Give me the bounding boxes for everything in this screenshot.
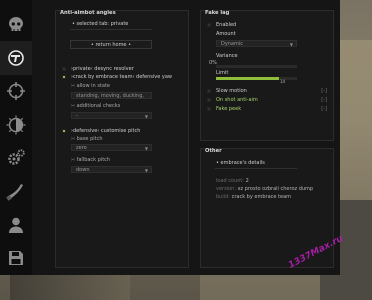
player-icon xyxy=(9,217,23,233)
divider xyxy=(70,29,152,30)
slider-fill xyxy=(216,77,280,80)
divider xyxy=(215,168,297,169)
skull-icon xyxy=(9,16,23,31)
sidebar-item-config[interactable] xyxy=(0,242,32,275)
version-row: version: xz prosto ozbrali cheroz dump xyxy=(216,186,314,192)
allow-in-state-label: ›‹ allow in state xyxy=(71,83,110,89)
sidebar-item-skins[interactable] xyxy=(0,175,32,208)
checkbox-box[interactable] xyxy=(62,75,66,79)
keybind[interactable]: [-] xyxy=(321,97,327,103)
private-desync-checkbox[interactable]: ›private‹ desync resolver xyxy=(62,66,134,72)
crosshair-icon xyxy=(7,82,25,101)
knife-icon xyxy=(6,183,23,201)
group-fake-lag: Fake lag Enabled Amount Dynamic ▼ Varian… xyxy=(200,10,334,141)
sidebar-item-players[interactable] xyxy=(0,208,32,241)
sidebar-item-rage[interactable] xyxy=(0,8,32,41)
keybind[interactable]: [-] xyxy=(321,88,327,94)
save-icon xyxy=(9,251,23,266)
group-title: Fake lag xyxy=(205,10,230,16)
on-shot-antiaim-checkbox[interactable]: On shot anti-aim [-] xyxy=(207,97,333,103)
build-row: build: crack by embrace team xyxy=(216,194,292,200)
crack-defensive-checkbox[interactable]: ›crack by embrace team‹ defensive yaw xyxy=(62,74,172,80)
checkbox-box[interactable] xyxy=(207,98,211,102)
amount-label: Amount xyxy=(216,31,236,37)
group-title: Other xyxy=(205,148,222,154)
slow-motion-checkbox[interactable]: Slow motion [-] xyxy=(207,88,333,94)
variance-slider[interactable] xyxy=(216,65,297,68)
defensive-customise-checkbox[interactable]: ›defensive‹ customise pitch xyxy=(62,128,140,134)
group-anti-aimbot: Anti-aimbot angles • selected tab: priva… xyxy=(55,10,189,268)
sidebar xyxy=(0,0,32,275)
fallback-pitch-label: ›‹ fallback pitch xyxy=(71,157,111,163)
allow-in-state-dropdown[interactable]: standing, moving, ducking, xyxy=(71,92,152,99)
enabled-checkbox[interactable]: Enabled xyxy=(207,22,236,28)
return-home-button[interactable]: • return home • xyxy=(70,40,152,49)
base-pitch-label: ›‹ base pitch xyxy=(71,136,103,142)
chevron-down-icon: ▼ xyxy=(144,114,148,119)
checkbox-box[interactable] xyxy=(62,129,66,133)
main-panel: Anti-aimbot angles • selected tab: priva… xyxy=(32,0,340,275)
amount-dropdown[interactable]: Dynamic ▼ xyxy=(216,40,297,47)
selected-tab-label: • selected tab: private xyxy=(72,21,129,27)
base-pitch-dropdown[interactable]: zero ▼ xyxy=(71,144,152,151)
sidebar-item-misc[interactable] xyxy=(0,142,32,175)
sidebar-item-antiaim[interactable] xyxy=(0,41,32,75)
sidebar-item-visuals[interactable] xyxy=(0,108,32,141)
additional-checks-label: ›‹ additional checks xyxy=(71,103,121,109)
chevron-down-icon: ▼ xyxy=(144,168,148,173)
checkbox-box[interactable] xyxy=(207,89,211,93)
load-count-row: load count: 2 xyxy=(216,178,249,184)
sidebar-item-legit[interactable] xyxy=(0,75,32,108)
keybind[interactable]: [-] xyxy=(321,106,327,112)
chevron-down-icon: ▼ xyxy=(144,146,148,151)
checkbox-box[interactable] xyxy=(62,67,66,71)
group-title: Anti-aimbot angles xyxy=(60,10,116,16)
variance-label: Variance xyxy=(216,53,238,59)
checkbox-box[interactable] xyxy=(207,107,211,111)
chevron-down-icon: ▼ xyxy=(289,42,293,47)
limit-label: Limit xyxy=(216,70,229,76)
checkbox-box[interactable] xyxy=(207,23,211,27)
fake-peek-checkbox[interactable]: Fake peek [-] xyxy=(207,106,333,112)
limit-value: 14 xyxy=(280,79,286,84)
visuals-icon xyxy=(6,115,26,135)
fallback-pitch-dropdown[interactable]: down ▼ xyxy=(71,166,152,173)
additional-checks-dropdown[interactable]: - ▼ xyxy=(71,112,152,119)
gears-icon xyxy=(8,149,25,165)
details-header: • embrace's details xyxy=(216,160,265,166)
crosshair-pistol-icon xyxy=(8,50,24,66)
